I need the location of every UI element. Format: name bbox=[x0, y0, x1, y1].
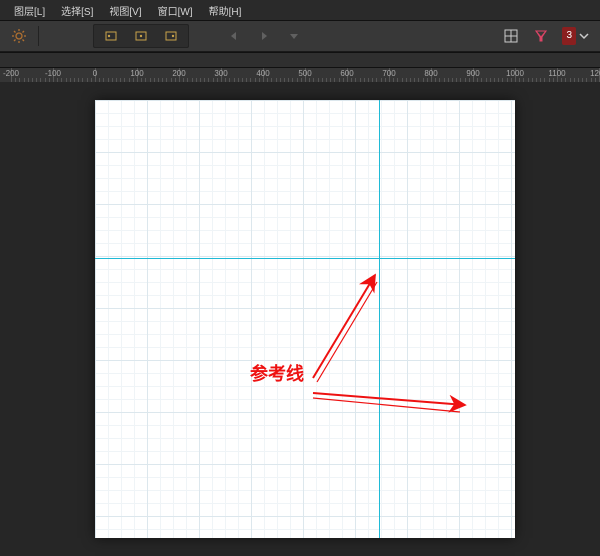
arrow-left-icon bbox=[220, 25, 248, 47]
ruler-tick-label: 300 bbox=[214, 69, 227, 78]
align-left-icon[interactable] bbox=[97, 25, 125, 47]
ruler-tick-label: -200 bbox=[3, 69, 19, 78]
ruler-tick-label: 1100 bbox=[548, 69, 565, 78]
toolbar-separator bbox=[38, 26, 39, 46]
options-toolbar: 3 bbox=[0, 21, 600, 52]
ruler-tick-label: 600 bbox=[340, 69, 353, 78]
ruler-tick-label: 200 bbox=[172, 69, 185, 78]
menu-select[interactable]: 选择[S] bbox=[53, 1, 101, 20]
grid-icon[interactable] bbox=[497, 25, 525, 47]
guide-horizontal[interactable] bbox=[95, 258, 515, 259]
ruler-tick-label: 400 bbox=[256, 69, 269, 78]
chevron-down-icon[interactable] bbox=[577, 25, 591, 47]
filter-icon[interactable] bbox=[527, 25, 555, 47]
ruler-tick-label: 1200 bbox=[590, 69, 600, 78]
info-bar bbox=[0, 52, 600, 68]
canvas-grid bbox=[95, 100, 515, 538]
arrow-right-icon bbox=[250, 25, 278, 47]
menu-layer[interactable]: 图层[L] bbox=[6, 1, 53, 20]
ruler-tick-label: 1000 bbox=[506, 69, 524, 78]
arrow-down-icon bbox=[280, 25, 308, 47]
align-center-icon[interactable] bbox=[127, 25, 155, 47]
ruler-tick-label: 500 bbox=[298, 69, 311, 78]
menu-help[interactable]: 帮助[H] bbox=[201, 1, 250, 20]
canvas-viewport[interactable]: 参考线 bbox=[0, 82, 600, 556]
annotation-label: 参考线 bbox=[250, 360, 304, 386]
ruler-tick-label: -100 bbox=[45, 69, 61, 78]
zoom-badge[interactable]: 3 bbox=[562, 27, 576, 45]
align-right-icon[interactable] bbox=[157, 25, 185, 47]
ruler-tick-label: 900 bbox=[466, 69, 479, 78]
guide-vertical[interactable] bbox=[379, 100, 380, 538]
menu-view[interactable]: 视图[V] bbox=[101, 1, 149, 20]
ruler-tick-label: 100 bbox=[130, 69, 143, 78]
ruler-tick-label: 0 bbox=[93, 69, 97, 78]
menu-window[interactable]: 窗口[W] bbox=[150, 1, 201, 20]
canvas[interactable]: 参考线 bbox=[95, 100, 515, 538]
ruler-tick-label: 700 bbox=[382, 69, 395, 78]
menu-bar: 图层[L] 选择[S] 视图[V] 窗口[W] 帮助[H] bbox=[0, 0, 600, 21]
sun-icon[interactable] bbox=[5, 25, 33, 47]
ruler-tick-label: 800 bbox=[424, 69, 437, 78]
